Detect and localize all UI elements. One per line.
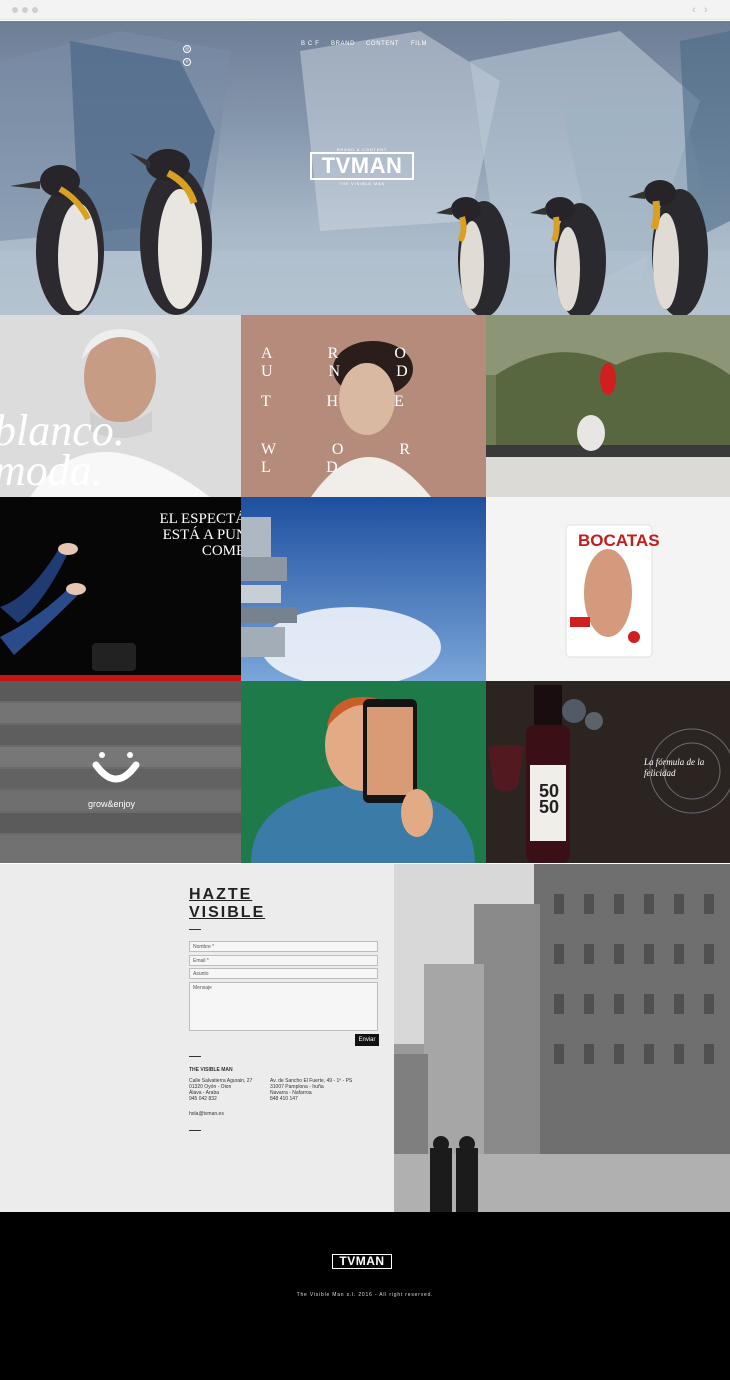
divider [189,1130,201,1131]
divider [189,929,201,930]
instagram-icon[interactable]: ◎ [183,45,191,53]
company-name: THE VISIBLE MAN [189,1067,233,1073]
phone-link[interactable]: 945 042 832 [189,1096,252,1102]
copyright-text: The Visible Man s.l. 2016 - All right re… [296,1292,434,1298]
address-oyon: Calle Salvatierra Agurain, 27 01320 Oyón… [189,1078,252,1102]
project-tile-restaurant[interactable] [486,315,730,497]
contact-section: HAZTE VISIBLE Nombre * Email * Asunto Me… [0,864,394,1212]
contact-title: HAZTE VISIBLE [189,886,265,922]
restaurant-photo [486,315,730,497]
wood-background [0,681,241,863]
espectaculo-headline: EL ESPECTÁC ESTÁ A PUNT COMEN [136,511,241,559]
project-tile-bocatas[interactable]: BOCATAS [486,497,730,681]
espectaculo-line2: ESTÁ A PUNT [162,527,241,543]
main-nav: B C F BRAND CONTENT FILM [0,41,730,53]
contact-title-line1: HAZTE [189,886,253,903]
around-text-line3: W O R L D [261,441,437,476]
window-dot[interactable] [22,7,28,13]
divider [189,1056,201,1057]
nav-item-content[interactable]: CONTENT [366,41,399,47]
blanco-moda-text: blanco. moda. [0,406,125,495]
nav-item-brand[interactable]: BRAND [331,41,355,47]
project-tile-phone-face[interactable] [241,681,486,863]
window-dot[interactable] [12,7,18,13]
name-field[interactable]: Nombre * [189,941,378,952]
footer-logo[interactable]: TVMAN [332,1254,392,1269]
social-links: ◎ v [183,45,193,71]
espectaculo-line3: COMEN [201,543,241,559]
project-tile-blanco[interactable]: blanco. moda. [0,315,241,497]
nav-item-film[interactable]: FILM [411,41,427,47]
page: ‹ › B C F BRAND CONTENT FILM ◎ v BRAND &… [0,0,730,1380]
contact-title-line2: VISIBLE [189,904,266,921]
bocatas-package [565,524,653,658]
site-footer: TVMAN The Visible Man s.l. 2016 - All ri… [0,1212,730,1380]
footer-logo-wordmark: TVMAN [332,1254,392,1269]
site-logo[interactable]: BRAND & CONTENT TVMAN THE VISIBLE MAN [310,147,414,186]
street-photo-graphic [394,864,730,1212]
phone-face-photo [241,681,486,863]
address-pamplona: Av. de Sancho El Fuerte, 49 - 1º - PS 31… [270,1078,352,1102]
forward-arrow-icon[interactable]: › [704,3,708,17]
hero-banner: B C F BRAND CONTENT FILM ◎ v BRAND & CON… [0,21,730,315]
project-tile-espectaculo[interactable]: EL ESPECTÁC ESTÁ A PUNT COMEN [0,497,241,681]
window-dot[interactable] [32,7,38,13]
project-tile-grow-enjoy[interactable]: grow&enjoy [0,681,241,863]
send-button[interactable]: Enviar [355,1034,379,1046]
logo-wordmark: TVMAN [310,152,414,180]
around-text-line1: A R O U N D [261,345,434,380]
around-text-line2: T H E [261,393,430,410]
email-link[interactable]: hola@tvman.es [189,1111,224,1117]
back-arrow-icon[interactable]: ‹ [692,3,696,17]
street-photo [394,864,730,1212]
phone-link[interactable]: 848 410 147 [270,1096,352,1102]
espectaculo-line1: EL ESPECTÁC [159,511,241,527]
grow-enjoy-label: grow&enjoy [88,799,136,809]
message-field[interactable]: Mensaje [189,982,378,1031]
project-tile-city-sky[interactable] [241,497,486,681]
wine-label: 50 50 [538,781,560,817]
subject-field[interactable]: Asunto [189,968,378,979]
bocatas-title: BOCATAS [578,531,660,550]
project-tile-around-the-world[interactable]: A R O U N D T H E W O R L D [241,315,486,497]
vimeo-icon[interactable]: v [183,58,191,66]
city-sky-photo [241,497,486,681]
logo-tagline-bottom: THE VISIBLE MAN [338,181,386,186]
nav-item-bcf[interactable]: B C F [301,41,319,47]
felicidad-text: La fórmula de la felicidad [644,757,705,778]
email-field[interactable]: Email * [189,955,378,966]
browser-chrome: ‹ › [0,0,730,20]
project-tile-wine[interactable]: 50 50 La fórmula de la felicidad [486,681,730,863]
